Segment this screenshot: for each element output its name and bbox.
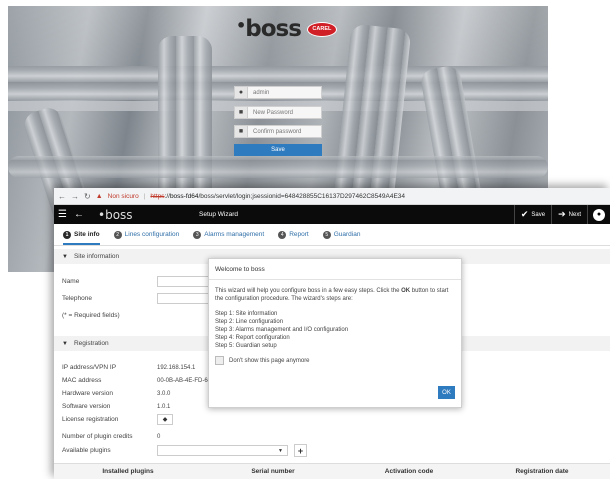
dont-show-label: Don't show this page anymore	[229, 357, 310, 364]
tab-number: 1	[63, 230, 71, 239]
column-header: Serial number	[251, 468, 295, 475]
username-value: admin	[253, 89, 270, 96]
dont-show-checkbox[interactable]	[215, 356, 224, 365]
confirm-password-field[interactable]: ■ Confirm password	[234, 125, 322, 138]
tab-number: 2	[113, 230, 122, 239]
new-password-placeholder: New Password	[253, 109, 294, 116]
reload-icon[interactable]: ↻	[84, 192, 91, 201]
ip-address-value: 192.168.154.1	[157, 365, 196, 371]
section-title: Registration	[73, 340, 109, 347]
url-path: /boss/servlet/login;jsessionid=648428855…	[198, 192, 406, 200]
telephone-label: Telephone	[62, 295, 92, 302]
dialog-intro: This wizard will help you configure boss…	[215, 288, 449, 302]
column-header: Installed plugins	[102, 468, 154, 475]
plugin-credits-label: Number of plugin credits	[62, 433, 133, 440]
required-fields-note: (* = Required fields)	[62, 312, 120, 319]
column-header: Registration date	[515, 468, 569, 475]
tag-icon: ◆	[162, 417, 168, 423]
mac-address-label: MAC address	[62, 377, 102, 384]
tab-label: Lines configuration	[124, 231, 180, 238]
tab-site-info[interactable]: 1 Site info	[63, 230, 100, 245]
not-secure-label: Non sicuro	[107, 192, 139, 200]
wizard-step-item: Step 3: Alarms management and I/O config…	[215, 327, 349, 333]
column-header: Activation code	[384, 468, 434, 475]
wizard-step-item: Step 1: Site information	[215, 311, 278, 317]
wizard-step-item: Step 2: Line configuration	[215, 319, 284, 325]
chevron-down-icon: ▼	[278, 447, 283, 454]
hardware-version-label: Hardware version	[62, 390, 113, 397]
user-icon: ●	[235, 87, 248, 98]
save-button[interactable]: ✔ Save	[515, 209, 551, 220]
page-title: Setup Wizard	[199, 211, 239, 218]
section-title: Site information	[73, 253, 120, 260]
next-arrow-icon: ➔	[558, 209, 566, 219]
url-host: boss-fd64	[169, 192, 199, 200]
collapse-triangle-icon: ▼	[62, 340, 68, 347]
next-button[interactable]: ➔ Next	[552, 209, 587, 220]
address-bar[interactable]: https://boss-fd64/boss/servlet/login;jse…	[150, 193, 405, 200]
tab-label: Site info	[74, 231, 100, 238]
warning-icon: ▲	[95, 192, 103, 200]
plus-icon: +	[297, 445, 304, 456]
boss-logo: •boss	[236, 16, 302, 42]
wizard-step-item: Step 5: Guardian setup	[215, 343, 277, 349]
tab-label: Alarms management	[204, 231, 265, 238]
wizard-tabs: 1 Site info 2 Lines configuration 3 Alar…	[54, 224, 610, 246]
username-field[interactable]: ● admin	[234, 86, 322, 99]
back-arrow-icon[interactable]: ←	[58, 192, 66, 201]
plugins-table-header: Installed plugins Serial number Activati…	[54, 463, 610, 479]
dont-show-again-option[interactable]: Don't show this page anymore	[215, 356, 455, 365]
tab-alarms-management[interactable]: 3 Alarms management	[193, 230, 265, 239]
user-avatar-icon[interactable]: ●	[593, 208, 605, 221]
tab-guardian[interactable]: 5 Guardian	[322, 230, 361, 239]
ip-address-label: IP address/VPN IP	[62, 364, 117, 371]
tab-number: 3	[193, 230, 202, 239]
ok-button[interactable]: OK	[438, 386, 455, 399]
hamburger-menu-icon[interactable]: ☰	[58, 209, 74, 220]
tab-report[interactable]: 4 Report	[278, 230, 309, 239]
save-label: Save	[531, 211, 546, 218]
welcome-dialog: Welcome to boss This wizard will help yo…	[208, 258, 462, 408]
brand-header: •boss CAREL	[236, 16, 337, 42]
tab-label: Guardian	[333, 231, 361, 238]
plugin-credits-value: 0	[157, 434, 161, 440]
confirm-password-placeholder: Confirm password	[253, 128, 302, 135]
collapse-triangle-icon: ▼	[62, 253, 68, 260]
add-plugin-button[interactable]: +	[294, 444, 307, 457]
tab-lines-configuration[interactable]: 2 Lines configuration	[113, 230, 180, 239]
url-scheme: https	[150, 192, 165, 200]
tab-number: 4	[278, 230, 287, 239]
lock-icon: ■	[235, 107, 248, 118]
software-version-label: Software version	[62, 403, 111, 410]
lock-icon: ■	[235, 126, 248, 137]
app-header: ☰ ← •boss Setup Wizard ✔ Save ➔ Next ●	[54, 205, 610, 224]
wizard-step-item: Step 4: Report configuration	[215, 335, 290, 341]
next-label: Next	[568, 211, 581, 218]
license-tag-button[interactable]: ◆	[157, 414, 173, 425]
boss-logo: •boss	[98, 207, 133, 222]
tab-label: Report	[289, 231, 309, 238]
name-label: Name	[62, 278, 80, 285]
browser-toolbar: ← → ↻ ▲ Non sicuro | https://boss-fd64/b…	[54, 188, 610, 205]
available-plugins-select[interactable]: ▼	[157, 445, 288, 456]
tab-number: 5	[322, 230, 331, 239]
carel-logo: CAREL	[306, 21, 337, 37]
checkmark-icon: ✔	[520, 209, 529, 219]
mac-address-value: 00-0B-AB-4E-FD-64	[157, 378, 212, 384]
back-arrow-icon[interactable]: ←	[74, 209, 92, 220]
hardware-version-value: 3.0.0	[157, 391, 171, 397]
available-plugins-label: Available plugins	[62, 447, 111, 454]
login-save-button[interactable]: Save	[234, 144, 322, 156]
software-version-value: 1.0.1	[157, 404, 171, 410]
forward-arrow-icon[interactable]: →	[71, 192, 79, 201]
new-password-field[interactable]: ■ New Password	[234, 106, 322, 119]
license-registration-label: License registration	[62, 416, 119, 423]
dialog-title: Welcome to boss	[209, 259, 461, 280]
